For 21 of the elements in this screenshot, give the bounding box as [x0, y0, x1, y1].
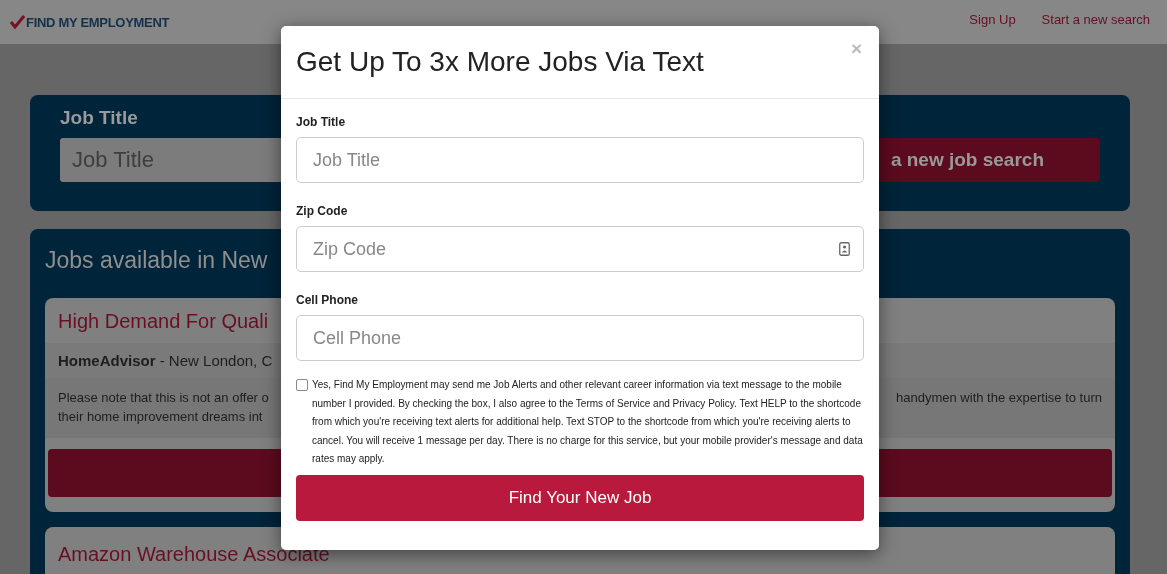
nav-link[interactable]: Start a new search: [1041, 12, 1150, 27]
field-label: Job Title: [296, 115, 347, 129]
job-description: their home improvement dreams int: [58, 408, 264, 426]
job-description: Please note that this is not an offer o: [58, 389, 269, 407]
job-description: handymen with the expertise to turn: [896, 389, 1102, 407]
field-label: Cell Phone: [296, 293, 359, 307]
modal-title: Get Up To 3x More Jobs Via Text: [296, 46, 704, 78]
contact-card-icon[interactable]: [839, 242, 850, 256]
consent-checkbox[interactable]: [296, 379, 308, 391]
nav-link[interactable]: Sign Up: [969, 12, 1016, 27]
text-field[interactable]: Zip Code: [296, 226, 864, 272]
field-label: Job Title: [60, 107, 138, 129]
text-field[interactable]: Cell Phone: [296, 315, 864, 361]
site-logo[interactable]: FIND MY EMPLOYMENT: [26, 14, 170, 30]
submit-button[interactable]: Find Your New Job: [296, 474, 864, 521]
consent-text: Yes, Find My Employment may send me Job Alerts and other relevant career information via text message to the mobile number I provided. By checking the box, I also agree to the Terms of Service and Privacy Policy. Text HELP to the shortcode from which you're receiving text alerts for additional help. Text STOP to the shortcode from which you're receiving alerts to cancel. You will receive 1 message per day. There is no charge for this service, but your mobile provider's message and data rates may apply.: [312, 378, 864, 466]
field-label: Zip Code: [296, 204, 349, 218]
close-button[interactable]: ×: [848, 38, 864, 60]
results-heading: Jobs available in New: [45, 247, 268, 274]
checkmark-icon: [10, 15, 25, 29]
text-field[interactable]: Job Title: [296, 137, 864, 183]
